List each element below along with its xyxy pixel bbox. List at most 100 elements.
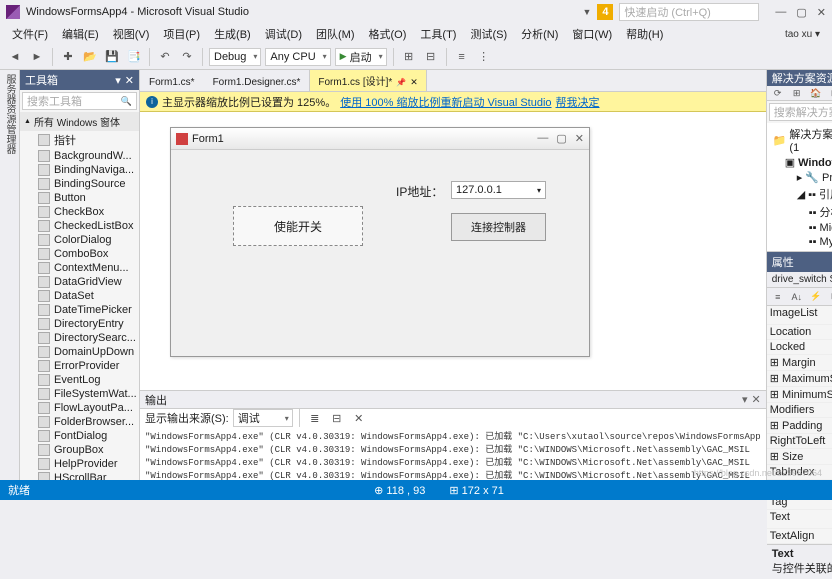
- menu-item[interactable]: 帮助(H): [620, 24, 669, 44]
- quick-launch-input[interactable]: 快速启动 (Ctrl+Q): [619, 3, 759, 21]
- close-icon[interactable]: ✕: [125, 74, 134, 87]
- nav-fwd-icon[interactable]: ►: [28, 48, 46, 66]
- tree-project[interactable]: ▣ WindowsFormsApp4: [769, 155, 832, 170]
- tb-icon[interactable]: ⊟: [422, 48, 440, 66]
- property-row[interactable]: ⊞ MinimumSize0, 0: [767, 387, 832, 403]
- property-row[interactable]: ⊞ Size172, 71: [767, 449, 832, 465]
- solution-search-input[interactable]: 搜索解决方案资源管理器(Ctrl+;): [769, 103, 832, 121]
- toolbox-item[interactable]: FolderBrowser...: [20, 415, 139, 429]
- close-icon[interactable]: ✕: [817, 6, 826, 19]
- pin-icon[interactable]: ▾: [742, 393, 748, 406]
- tree-ref-item[interactable]: ▪▪ Mycontrol: [769, 235, 832, 249]
- form-window[interactable]: Form1 —▢✕ IP地址： 127.0.0.1 连接控制器 使能开关: [170, 127, 590, 357]
- property-row[interactable]: ⊞ MaximumSize0, 0: [767, 371, 832, 387]
- toolbox-item[interactable]: ContextMenu...: [20, 261, 139, 275]
- toolbox-item[interactable]: FlowLayoutPa...: [20, 401, 139, 415]
- tree-references[interactable]: ◢ ▪▪ 引用: [769, 185, 832, 203]
- toolbox-item[interactable]: BackgroundW...: [20, 149, 139, 163]
- tb-icon[interactable]: ⊟: [328, 409, 346, 427]
- maximize-icon[interactable]: ▢: [796, 6, 806, 19]
- menu-item[interactable]: 生成(B): [208, 24, 257, 44]
- menu-item[interactable]: 测试(S): [464, 24, 513, 44]
- ip-combo[interactable]: 127.0.0.1: [451, 181, 546, 199]
- toolbox-item[interactable]: EventLog: [20, 373, 139, 387]
- menu-item[interactable]: 工具(T): [414, 24, 462, 44]
- toolbox-search-input[interactable]: 搜索工具箱: [22, 92, 137, 110]
- close-icon[interactable]: ✕: [751, 393, 760, 406]
- tree-solution[interactable]: 📁 解决方案"WindowsFormsApp4"(1: [769, 125, 832, 155]
- save-icon[interactable]: 💾: [103, 48, 121, 66]
- tb-icon[interactable]: ⊟: [827, 86, 832, 100]
- toolbox-item[interactable]: DataGridView: [20, 275, 139, 289]
- infobar-help-link[interactable]: 帮我决定: [556, 94, 600, 110]
- toolbox-group-header[interactable]: 所有 Windows 窗体: [20, 112, 139, 131]
- form-designer[interactable]: Form1 —▢✕ IP地址： 127.0.0.1 连接控制器 使能开关: [140, 112, 766, 390]
- toolbox-item[interactable]: BindingNaviga...: [20, 163, 139, 177]
- config-combo[interactable]: Debug: [209, 48, 261, 66]
- nav-back-icon[interactable]: ◄: [6, 48, 24, 66]
- undo-icon[interactable]: ↶: [156, 48, 174, 66]
- new-icon[interactable]: ✚: [59, 48, 77, 66]
- server-explorer-tab[interactable]: 服务器资源管理器: [0, 70, 20, 500]
- toolbox-item[interactable]: BindingSource: [20, 177, 139, 191]
- events-icon[interactable]: ⚡: [808, 290, 824, 304]
- toolbox-item[interactable]: GroupBox: [20, 443, 139, 457]
- tb-icon[interactable]: ⊞: [827, 290, 832, 304]
- menu-item[interactable]: 项目(P): [157, 24, 206, 44]
- toolbox-item[interactable]: DateTimePicker: [20, 303, 139, 317]
- toolbox-item[interactable]: DataSet: [20, 289, 139, 303]
- az-icon[interactable]: A↓: [789, 290, 805, 304]
- tb-icon[interactable]: ≡: [453, 48, 471, 66]
- toolbox-item[interactable]: FontDialog: [20, 429, 139, 443]
- tb-icon[interactable]: ⊞: [789, 86, 805, 100]
- toolbox-item[interactable]: ComboBox: [20, 247, 139, 261]
- property-row[interactable]: Location118, 93: [767, 325, 832, 340]
- toolbox-item[interactable]: Button: [20, 191, 139, 205]
- tb-icon[interactable]: 🏠: [808, 86, 824, 100]
- save-all-icon[interactable]: 📑: [125, 48, 143, 66]
- menu-item[interactable]: 窗口(W): [566, 24, 618, 44]
- tb-icon[interactable]: ⋮: [475, 48, 493, 66]
- toolbox-item[interactable]: ColorDialog: [20, 233, 139, 247]
- document-tab[interactable]: Form1.cs [设计]*📌✕: [309, 69, 426, 91]
- property-row[interactable]: LockedFalse: [767, 340, 832, 355]
- toolbox-item[interactable]: 指针: [20, 131, 139, 149]
- toolbox-item[interactable]: DomainUpDown: [20, 345, 139, 359]
- toolbox-item[interactable]: ErrorProvider: [20, 359, 139, 373]
- menu-item[interactable]: 文件(F): [6, 24, 54, 44]
- open-icon[interactable]: 📂: [81, 48, 99, 66]
- toolbox-item[interactable]: CheckBox: [20, 205, 139, 219]
- notification-badge[interactable]: 4: [597, 4, 613, 20]
- tree-ref-item[interactable]: ▪▪ Microsoft.CSharp: [769, 221, 832, 235]
- property-row[interactable]: ModifiersPrivate: [767, 403, 832, 418]
- menu-item[interactable]: 分析(N): [515, 24, 564, 44]
- toolbox-item[interactable]: CheckedListBox: [20, 219, 139, 233]
- tree-ref-item[interactable]: ▪▪ 分析器: [769, 203, 832, 221]
- infobar-restart-link[interactable]: 使用 100% 缩放比例重新启动 Visual Studio: [340, 94, 551, 110]
- platform-combo[interactable]: Any CPU: [265, 48, 330, 66]
- document-tab[interactable]: Form1.cs*: [140, 73, 204, 91]
- pin-icon[interactable]: ▾: [115, 74, 121, 87]
- redo-icon[interactable]: ↷: [178, 48, 196, 66]
- minimize-icon[interactable]: —: [775, 6, 786, 19]
- property-row[interactable]: TextAlignMiddleCenter: [767, 529, 832, 544]
- cat-icon[interactable]: ≡: [770, 290, 786, 304]
- selected-label-control[interactable]: 使能开关: [233, 206, 363, 246]
- toolbox-item[interactable]: DirectorySearc...: [20, 331, 139, 345]
- tb-icon[interactable]: ⟳: [770, 86, 786, 100]
- property-row[interactable]: ImageList(无): [767, 306, 832, 325]
- property-row[interactable]: ⊞ Margin3, 3, 3, 3: [767, 355, 832, 371]
- property-row[interactable]: RightToLeftNo: [767, 434, 832, 449]
- output-source-combo[interactable]: 调试: [233, 409, 293, 427]
- menu-item[interactable]: 格式(O): [363, 24, 413, 44]
- toolbox-item[interactable]: HelpProvider: [20, 457, 139, 471]
- toolbox-item[interactable]: FileSystemWat...: [20, 387, 139, 401]
- tree-properties[interactable]: ▸ 🔧 Properties: [769, 170, 832, 185]
- menu-item[interactable]: 编辑(E): [56, 24, 105, 44]
- toolbox-item[interactable]: DirectoryEntry: [20, 317, 139, 331]
- menu-item[interactable]: 视图(V): [107, 24, 156, 44]
- start-debug-button[interactable]: 启动: [335, 48, 387, 66]
- tb-icon[interactable]: ✕: [350, 409, 368, 427]
- property-row[interactable]: Text使能开关: [767, 510, 832, 529]
- user-menu[interactable]: tao xu ▾: [779, 27, 826, 42]
